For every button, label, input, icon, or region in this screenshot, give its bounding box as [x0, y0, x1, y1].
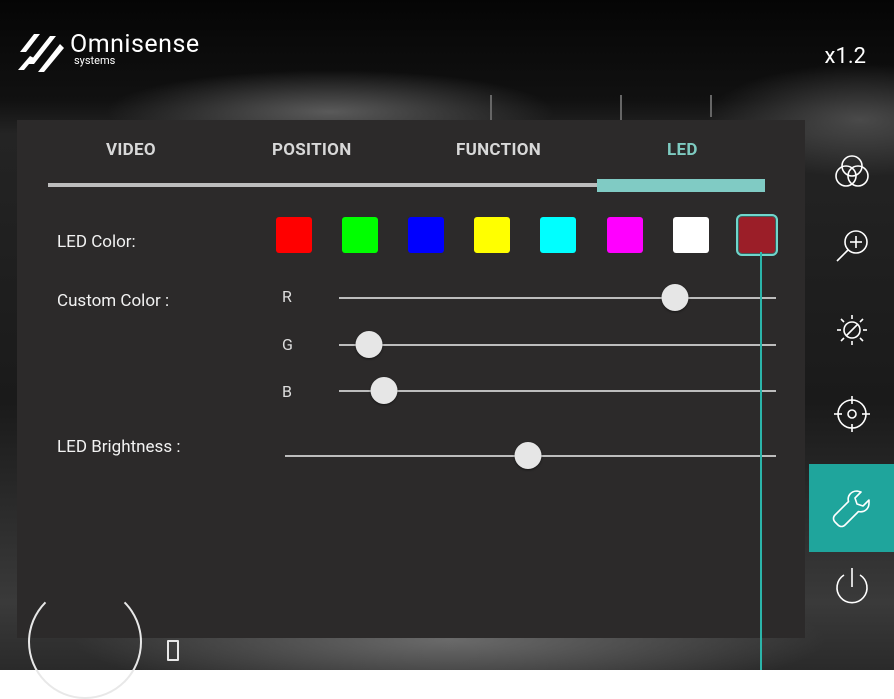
channel-label-b: B: [282, 382, 292, 401]
zoom-in-icon: [835, 230, 868, 262]
brightness-icon: [836, 315, 867, 345]
slider-thumb[interactable]: [514, 442, 542, 469]
tab-active-indicator: [597, 179, 765, 192]
position-target-button[interactable]: [809, 370, 894, 458]
tab-led[interactable]: LED: [667, 140, 698, 160]
slider-thumb[interactable]: [355, 331, 383, 358]
sidebar: [809, 120, 894, 638]
led-brightness-label: LED Brightness :: [57, 437, 181, 457]
color-swatch-cyan[interactable]: [540, 217, 576, 253]
crosshair-icon: [833, 396, 870, 432]
green-slider[interactable]: [339, 331, 776, 358]
led-color-label: LED Color:: [57, 232, 136, 252]
color-swatch-green[interactable]: [342, 217, 378, 253]
selection-pointer-line: [760, 252, 762, 670]
background-mast: [710, 95, 712, 117]
tab-bar: VIDEO POSITION FUNCTION LED: [17, 120, 805, 192]
wrench-icon: [832, 490, 870, 528]
color-swatch-white[interactable]: [673, 217, 709, 253]
logo-mark-icon: [18, 34, 64, 72]
color-swatch-red[interactable]: [276, 217, 312, 253]
compass-dial: [28, 585, 142, 699]
slider-thumb[interactable]: [661, 284, 689, 311]
zoom-button[interactable]: [809, 202, 894, 290]
custom-color-label: Custom Color :: [57, 291, 170, 311]
tab-function[interactable]: FUNCTION: [456, 140, 541, 160]
tab-position[interactable]: POSITION: [272, 140, 352, 160]
channel-label-r: R: [282, 287, 292, 306]
slider-thumb[interactable]: [370, 377, 398, 404]
logo: Omnisense systems: [16, 30, 200, 74]
red-slider[interactable]: [339, 284, 776, 311]
color-swatch-yellow[interactable]: [474, 217, 510, 253]
brightness-slider[interactable]: [285, 442, 776, 469]
power-icon: [835, 568, 868, 604]
blue-slider[interactable]: [339, 377, 776, 404]
power-button[interactable]: [809, 542, 894, 630]
color-swatch-magenta[interactable]: [607, 217, 643, 253]
color-swatch-blue[interactable]: [408, 217, 444, 253]
color-swatch-custom[interactable]: [736, 214, 778, 256]
settings-panel: VIDEO POSITION FUNCTION LED LED Color: C…: [17, 120, 805, 638]
channel-label-g: G: [282, 335, 293, 354]
battery-icon: [167, 640, 179, 661]
color-circles-icon: [834, 155, 869, 187]
zoom-level: x1.2: [824, 44, 866, 69]
settings-button[interactable]: [809, 464, 894, 552]
tab-video[interactable]: VIDEO: [106, 140, 156, 160]
brightness-button[interactable]: [809, 286, 894, 374]
